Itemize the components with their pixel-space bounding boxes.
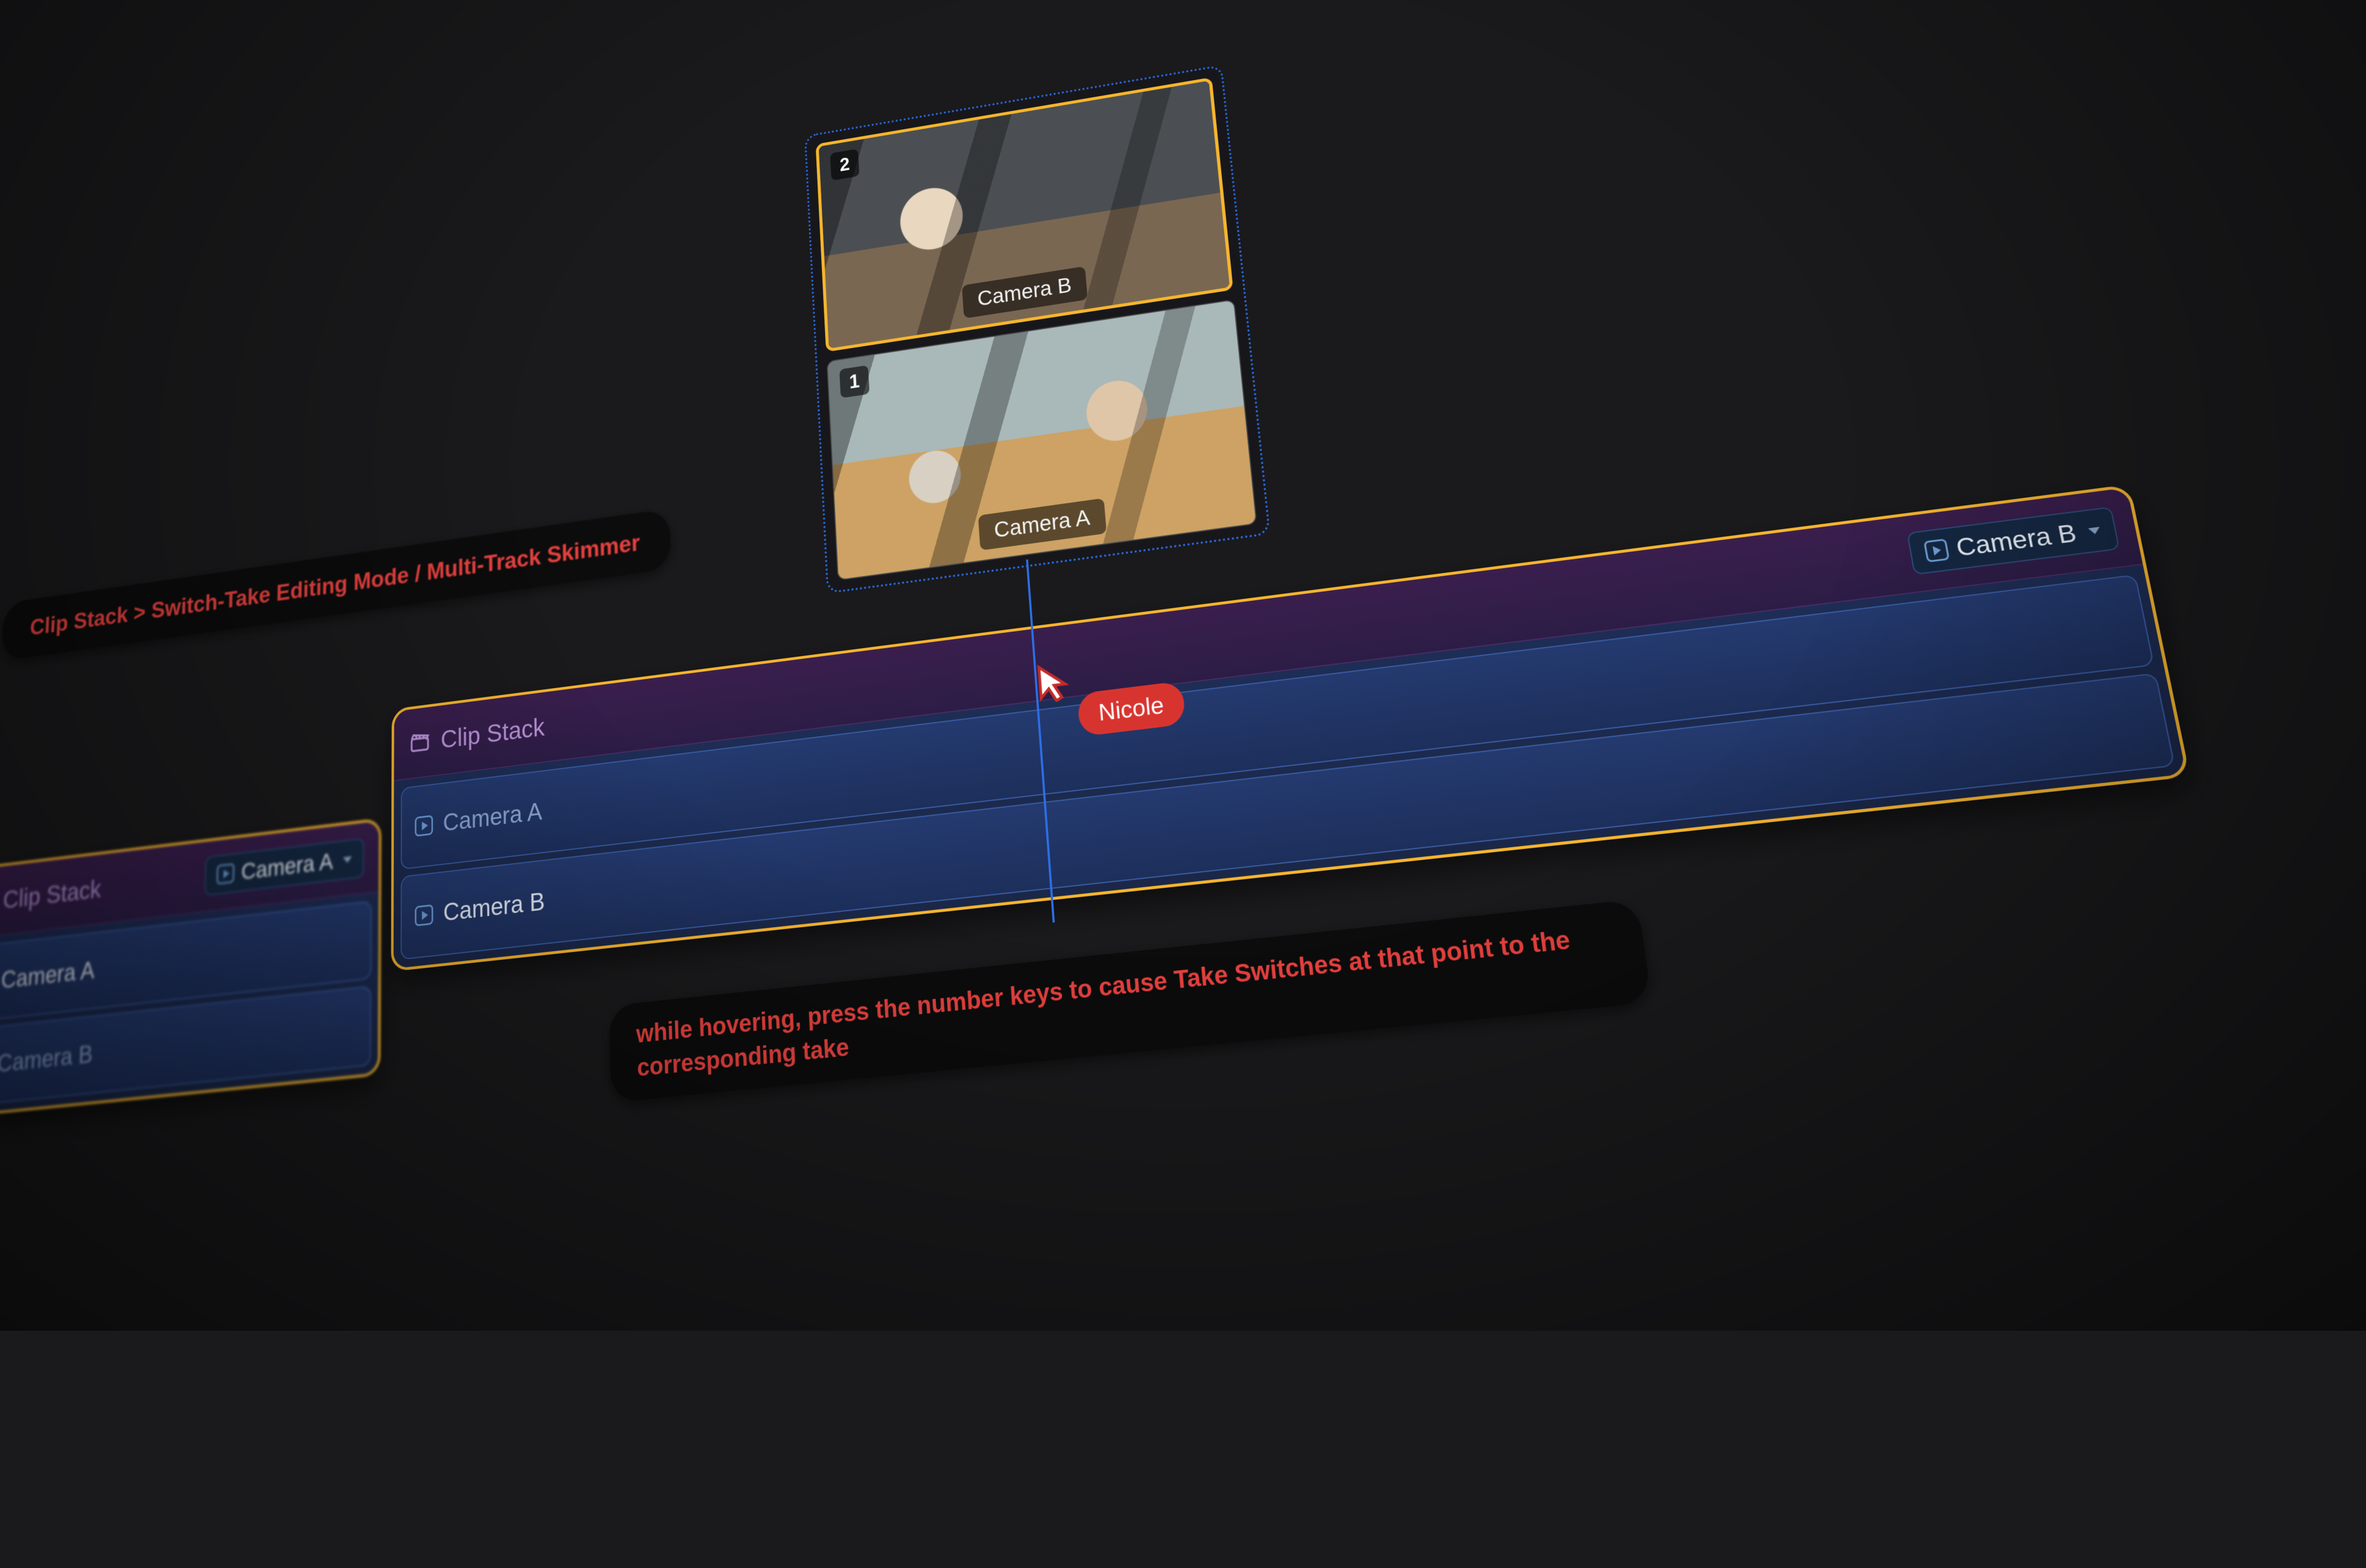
multi-track-skimmer-popover: 2 Camera B 1 Camera A [804,65,1270,595]
clip-title: Clip Stack [441,712,545,755]
play-icon [1924,538,1950,563]
track-label: Camera B [443,888,545,927]
timeline-clip-stack[interactable]: Clip Stack Camera A Camera A Camera B [0,818,381,1119]
clip-title: Clip Stack [2,874,102,915]
active-take-label: Camera A [241,848,333,885]
play-icon [415,815,433,837]
clip-stack-icon [409,729,431,756]
track-label: Camera A [443,798,542,837]
chevron-down-icon [2088,527,2101,535]
active-take-label: Camera B [1954,519,2079,563]
active-take-dropdown[interactable]: Camera A [205,838,364,896]
track-label: Camera B [0,1041,93,1078]
chevron-down-icon [343,856,352,863]
take-index-badge: 1 [839,365,869,399]
play-icon [217,863,235,885]
play-icon [415,904,433,927]
active-take-dropdown[interactable]: Camera B [1906,506,2120,575]
breadcrumb-pill: Clip Stack > Switch-Take Editing Mode / … [1,508,671,661]
track-label: Camera A [1,957,96,994]
take-index-badge: 2 [830,148,860,181]
